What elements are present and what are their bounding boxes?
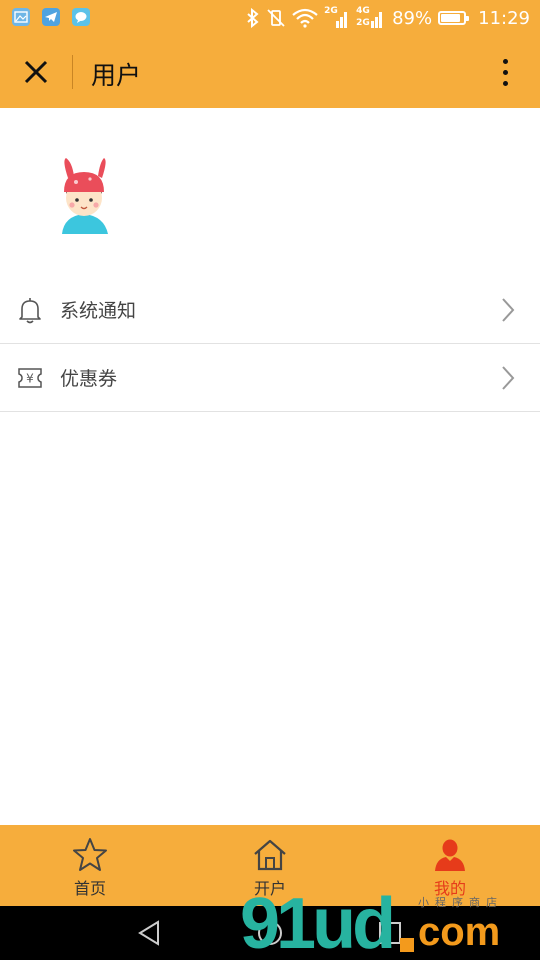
- close-icon: [24, 60, 48, 84]
- bottom-tab-bar: 首页 开户 我的: [0, 825, 540, 906]
- menu-list: 系统通知 ¥ 优惠券: [0, 276, 540, 412]
- back-triangle-icon: [138, 920, 159, 946]
- telegram-app-icon: [42, 8, 60, 26]
- dot-icon: [502, 58, 508, 64]
- clock: 11:29: [478, 7, 530, 29]
- message-app-icon: [72, 8, 90, 26]
- bunny-avatar-icon: [62, 158, 108, 234]
- page-title: 用户: [91, 61, 142, 90]
- nav-recents-button[interactable]: [376, 919, 404, 947]
- notification-icons: [12, 8, 90, 26]
- system-nav-bar: [0, 906, 540, 960]
- signal-bars-icon: [371, 12, 383, 28]
- menu-item-notifications[interactable]: 系统通知: [0, 276, 540, 344]
- tab-label: 首页: [73, 879, 106, 898]
- star-icon: [73, 838, 107, 871]
- person-icon: [435, 839, 465, 871]
- menu-item-label: 系统通知: [60, 300, 137, 322]
- title-bar: 用户: [0, 36, 540, 108]
- status-bar: 2G 4G 2G 89% 11:29: [0, 0, 540, 36]
- battery-fill: [441, 14, 461, 22]
- nav-home-button[interactable]: [256, 919, 284, 947]
- chevron-right-icon: [502, 297, 515, 322]
- tab-open-account[interactable]: 开户: [180, 825, 360, 906]
- recents-square-icon: [379, 922, 401, 944]
- signal-4g: 4G 2G: [356, 7, 386, 29]
- close-button[interactable]: [18, 54, 54, 90]
- menu-item-coupons[interactable]: ¥ 优惠券: [0, 344, 540, 412]
- signal-2g: 2G: [324, 7, 350, 29]
- menu-item-label: 优惠券: [60, 368, 118, 390]
- bell-icon: [19, 297, 41, 323]
- chevron-right-icon: [502, 365, 515, 390]
- battery-icon: [438, 11, 470, 25]
- more-options-button[interactable]: [490, 54, 520, 90]
- tab-mine[interactable]: 我的: [360, 825, 540, 906]
- system-status: 2G 4G 2G 89% 11:29: [246, 6, 530, 30]
- bluetooth-icon: [247, 8, 259, 28]
- battery-percent: 89%: [392, 7, 433, 29]
- tab-label: 开户: [253, 879, 286, 898]
- dot-icon: [502, 69, 508, 75]
- vibrate-off-icon: [267, 9, 285, 27]
- house-icon: [254, 839, 286, 871]
- svg-text:¥: ¥: [26, 371, 34, 385]
- home-circle-icon: [258, 921, 282, 945]
- dot-icon: [502, 80, 508, 86]
- tab-label: 我的: [433, 879, 466, 898]
- gallery-app-icon: [12, 8, 30, 26]
- coupon-icon: ¥: [18, 367, 42, 388]
- wifi-icon: [292, 8, 318, 28]
- title-divider: [72, 55, 73, 89]
- avatar[interactable]: [52, 156, 116, 238]
- nav-back-button[interactable]: [136, 919, 164, 947]
- signal-bars-icon: [336, 12, 348, 28]
- tab-home[interactable]: 首页: [0, 825, 180, 906]
